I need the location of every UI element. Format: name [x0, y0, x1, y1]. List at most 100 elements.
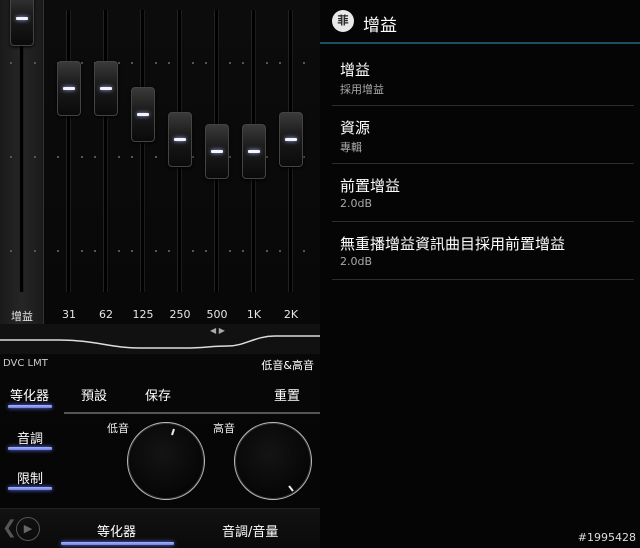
- save-button[interactable]: 保存: [145, 385, 171, 404]
- slider-track[interactable]: [103, 10, 108, 292]
- slider-track[interactable]: [66, 10, 71, 292]
- tick-dot: [303, 250, 305, 252]
- tick-dot: [155, 62, 157, 64]
- pref-summary: 2.0dB: [340, 255, 373, 268]
- equalizer-active-indicator: [8, 405, 52, 408]
- tick-dot: [242, 62, 244, 64]
- tick-dot: [192, 156, 194, 158]
- slider-track[interactable]: [140, 10, 145, 292]
- header-divider: [320, 42, 640, 44]
- treble-label: 高音: [213, 422, 235, 435]
- tick-dot: [81, 62, 83, 64]
- tick-dot: [192, 250, 194, 252]
- tab-equalizer-indicator: [61, 542, 174, 545]
- tick-dot: [205, 62, 207, 64]
- band-label: 500: [206, 308, 228, 321]
- settings-panel: 菲 增益 增益 採用增益 資源 專輯 前置增益 2.0dB 無重播增益資訊曲目採…: [320, 0, 640, 548]
- tick-dot: [94, 250, 96, 252]
- tick-dot: [229, 156, 231, 158]
- band-label: 1K: [246, 308, 262, 321]
- tick-dot: [10, 62, 12, 64]
- band-label: 31: [62, 308, 76, 321]
- dvc-limit-label: DVC LMT: [3, 358, 48, 369]
- tick-dot: [118, 62, 120, 64]
- equalizer-panel: 增益 31 62 125 250 500 1K 2K ◀ ▶ DVC LMT 低音&高音 等化…: [0, 0, 320, 548]
- treble-knob-marker: [288, 485, 294, 492]
- tick-dot: [266, 62, 268, 64]
- app-logo-icon[interactable]: 菲: [332, 10, 354, 32]
- slider-knob[interactable]: [205, 124, 229, 179]
- limit-button[interactable]: 限制: [17, 468, 43, 487]
- tick-dot: [131, 62, 133, 64]
- tick-dot: [229, 250, 231, 252]
- slider-knob[interactable]: [279, 112, 303, 167]
- tick-dot: [131, 156, 133, 158]
- tone-indicator: [8, 447, 52, 450]
- tick-dot: [81, 156, 83, 158]
- tick-dot: [279, 250, 281, 252]
- slider-knob[interactable]: [242, 124, 266, 179]
- page-title: 增益: [363, 16, 397, 36]
- band-label: 2K: [283, 308, 299, 321]
- tick-dot: [168, 62, 170, 64]
- tone-button[interactable]: 音調: [17, 428, 43, 447]
- current-preset-name: 低音&高音: [261, 359, 314, 372]
- eq-curve-display: ◀ ▶: [0, 324, 320, 354]
- tick-dot: [131, 250, 133, 252]
- curve-scroll-icon[interactable]: ◀ ▶: [210, 326, 225, 335]
- tick-dot: [118, 250, 120, 252]
- watermark-text: #1995428: [577, 531, 636, 544]
- bass-label: 低音: [107, 422, 129, 435]
- tick-dot: [10, 250, 12, 252]
- pref-summary: 2.0dB: [340, 197, 373, 210]
- tick-dot: [57, 250, 59, 252]
- pref-summary: 採用增益: [340, 83, 384, 96]
- slider-knob[interactable]: [57, 61, 81, 116]
- slider-knob[interactable]: [168, 112, 192, 167]
- toolbar-divider: [64, 412, 320, 414]
- tick-dot: [118, 156, 120, 158]
- band-label: 增益: [11, 310, 33, 323]
- tick-dot: [266, 156, 268, 158]
- tick-dot: [155, 250, 157, 252]
- tick-dot: [34, 62, 36, 64]
- band-label: 125: [132, 308, 154, 321]
- bottom-tab-bar: ❮ ▶ 等化器 音調/音量: [0, 508, 320, 548]
- pref-pre-gain[interactable]: 前置增益 2.0dB: [320, 164, 640, 222]
- slider-track[interactable]: [19, 10, 24, 292]
- tick-dot: [10, 156, 12, 158]
- pref-title: 資源: [340, 119, 371, 137]
- slider-knob[interactable]: [94, 61, 118, 116]
- treble-knob[interactable]: [234, 422, 312, 500]
- tab-tone-volume[interactable]: 音調/音量: [222, 521, 278, 540]
- tick-dot: [229, 62, 231, 64]
- play-icon[interactable]: ▶: [16, 517, 40, 541]
- tick-dot: [303, 156, 305, 158]
- slider-knob[interactable]: [131, 87, 155, 142]
- tick-dot: [94, 156, 96, 158]
- reset-button[interactable]: 重置: [274, 385, 300, 404]
- pref-no-replay-gain[interactable]: 無重播增益資訊曲目採用前置增益 2.0dB: [320, 222, 640, 280]
- tick-dot: [57, 156, 59, 158]
- tab-equalizer[interactable]: 等化器: [97, 521, 136, 540]
- slider-knob[interactable]: [10, 0, 34, 46]
- tick-dot: [242, 250, 244, 252]
- band-label: 62: [99, 308, 113, 321]
- eq-curve: [0, 335, 320, 349]
- chevron-left-icon[interactable]: ❮: [2, 517, 17, 538]
- divider: [332, 279, 634, 280]
- settings-header: 菲 增益: [320, 0, 640, 44]
- equalizer-button[interactable]: 等化器: [10, 385, 49, 404]
- limit-indicator: [8, 487, 52, 490]
- band-label: 250: [169, 308, 191, 321]
- pref-gain[interactable]: 增益 採用增益: [320, 48, 640, 106]
- tick-dot: [168, 250, 170, 252]
- tick-dot: [192, 62, 194, 64]
- pref-title: 增益: [340, 61, 371, 79]
- pref-source[interactable]: 資源 專輯: [320, 106, 640, 164]
- bass-knob[interactable]: [127, 422, 205, 500]
- tick-dot: [81, 250, 83, 252]
- preset-button[interactable]: 預設: [81, 385, 107, 404]
- tick-dot: [266, 250, 268, 252]
- tick-dot: [34, 156, 36, 158]
